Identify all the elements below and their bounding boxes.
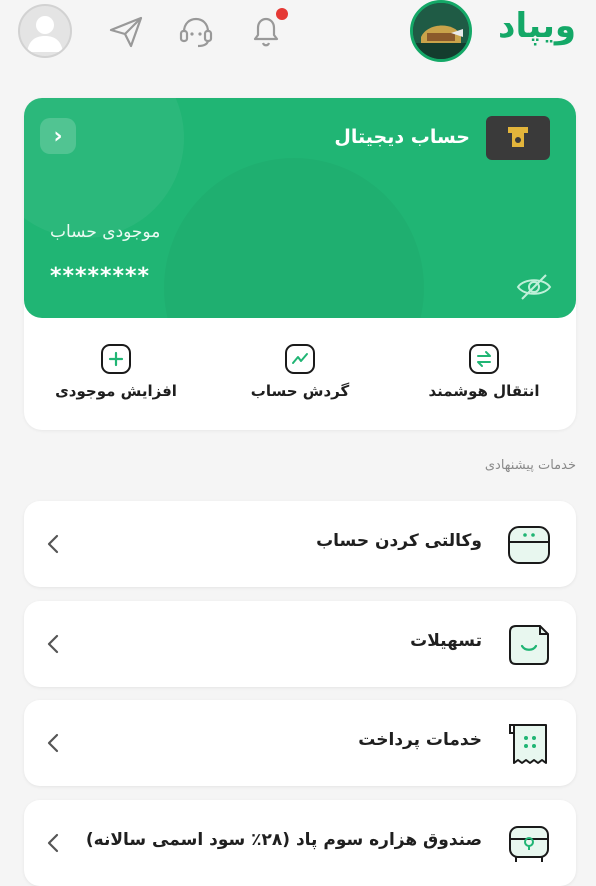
chevron-left-icon [47, 634, 59, 654]
card-decoration [164, 158, 424, 318]
digital-account-card[interactable]: › حساب دیجیتال موجودی حساب ******** [24, 98, 576, 318]
loan-icon [509, 625, 549, 665]
action-label: افزایش موجودی [55, 382, 177, 400]
action-smart-transfer[interactable]: انتقال هوشمند [404, 344, 564, 400]
service-label: تسهیلات [410, 631, 482, 651]
service-investment-fund[interactable]: صندوق هزاره سوم پاد (۲۸٪ سود اسمی سالانه… [24, 800, 576, 886]
support-icon[interactable] [176, 12, 216, 52]
brand-logo[interactable] [410, 0, 472, 62]
chevron-left-icon [47, 534, 59, 554]
service-loans[interactable]: تسهیلات [24, 601, 576, 687]
plus-icon [101, 344, 131, 374]
eye-off-icon[interactable] [516, 272, 552, 302]
brand-logo-image [413, 3, 469, 59]
balance-label: موجودی حساب [50, 222, 161, 242]
top-bar: ویپاد [0, 0, 596, 70]
action-label: انتقال هوشمند [428, 382, 540, 400]
card-chevron-icon[interactable]: › [40, 118, 76, 154]
service-payment[interactable]: خدمات پرداخت [24, 700, 576, 786]
service-label: خدمات پرداخت [358, 730, 482, 750]
bank-logo-icon [486, 116, 550, 160]
send-icon[interactable] [106, 12, 146, 52]
account-title: حساب دیجیتال [334, 126, 470, 148]
action-account-turnover[interactable]: گردش حساب [220, 344, 380, 400]
notification-badge [276, 8, 288, 20]
action-label: گردش حساب [250, 382, 350, 400]
section-title: خدمات پیشنهادی [484, 458, 576, 473]
power-of-attorney-icon [508, 526, 550, 564]
profile-avatar[interactable] [18, 4, 72, 58]
transfer-icon [469, 344, 499, 374]
brand-name: ویپاد [498, 6, 576, 46]
account-section: › حساب دیجیتال موجودی حساب ******** انتق… [24, 98, 576, 430]
service-label: وکالتی کردن حساب [316, 531, 482, 551]
action-increase-balance[interactable]: افزایش موجودی [36, 344, 196, 400]
chart-icon [285, 344, 315, 374]
fund-safe-icon [509, 826, 549, 862]
profile-icon [27, 16, 63, 52]
payment-receipt-icon [509, 724, 547, 764]
chevron-left-icon [47, 833, 59, 853]
service-power-of-attorney[interactable]: وکالتی کردن حساب [24, 501, 576, 587]
service-label: صندوق هزاره سوم پاد (۲۸٪ سود اسمی سالانه… [85, 830, 482, 850]
chevron-left-icon [47, 733, 59, 753]
balance-value: ******** [50, 264, 151, 289]
